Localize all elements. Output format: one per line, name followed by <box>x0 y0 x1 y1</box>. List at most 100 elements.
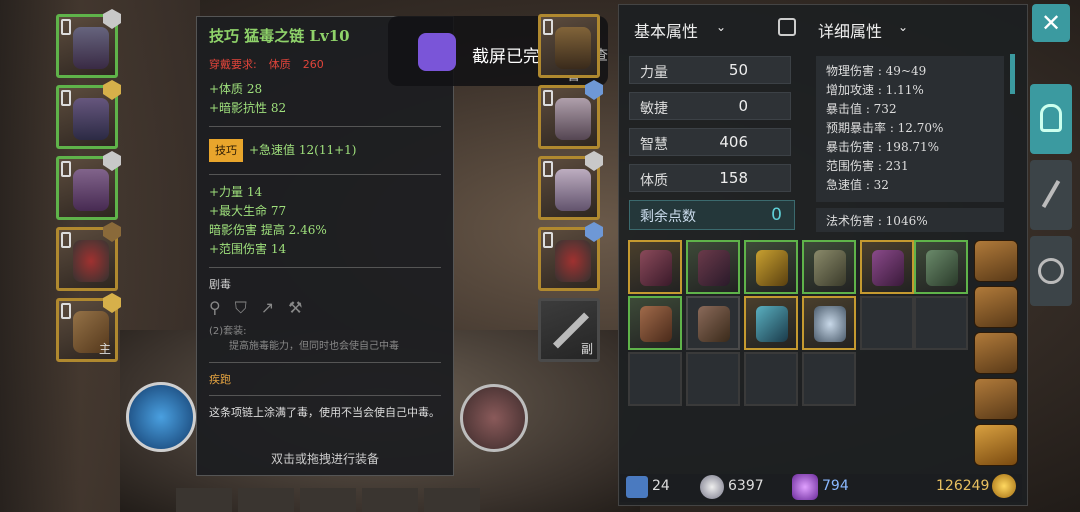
axe-icon: ⚒ <box>288 298 303 317</box>
detail-line: 增加攻速 : 1.11% <box>826 83 924 97</box>
lock-icon <box>543 161 553 177</box>
scrollbar[interactable] <box>1010 54 1015 94</box>
inventory-item[interactable] <box>802 296 856 350</box>
requirement-label: 穿戴要求: <box>209 58 257 71</box>
inventory-empty[interactable] <box>802 352 856 406</box>
remaining-value: 0 <box>771 205 782 225</box>
bonus-stat: +范围伤害 14 <box>209 242 287 256</box>
necklace-icon <box>555 27 591 69</box>
cape-icon <box>73 169 109 211</box>
ring-slot-right[interactable] <box>538 222 603 291</box>
lock-icon <box>61 19 71 35</box>
lock-icon <box>543 90 553 106</box>
basic-header[interactable]: 基本属性 <box>634 18 698 42</box>
bottom-slot[interactable] <box>238 488 294 512</box>
bag-icon[interactable] <box>974 240 1018 282</box>
lock-icon <box>61 232 71 248</box>
necklace-slot[interactable] <box>538 14 600 78</box>
feather-icon <box>626 476 648 498</box>
bottom-slot[interactable] <box>362 488 418 512</box>
stat-label: 力量 <box>640 65 668 81</box>
lock-icon <box>61 161 71 177</box>
inventory-item[interactable] <box>628 240 682 294</box>
set-bonus-label: (2)套装: <box>209 326 247 337</box>
weapons-tab[interactable] <box>1030 160 1072 230</box>
bag-icon[interactable] <box>974 378 1018 420</box>
dice-icon[interactable] <box>778 18 796 36</box>
inventory-empty[interactable] <box>744 352 798 406</box>
target-tab[interactable] <box>1030 236 1072 306</box>
detail-header[interactable]: 详细属性 <box>818 18 882 42</box>
chevron-down-icon[interactable]: ⌄ <box>716 20 726 34</box>
shield-coin-icon <box>700 475 724 499</box>
bag-icon[interactable] <box>974 424 1018 466</box>
inventory-item[interactable] <box>744 296 798 350</box>
lock-icon <box>61 90 71 106</box>
bottom-slot[interactable] <box>300 488 356 512</box>
inventory-empty[interactable] <box>628 352 682 406</box>
bottom-slot[interactable] <box>424 488 480 512</box>
boots-icon <box>555 169 591 211</box>
gem-icon <box>585 151 603 171</box>
set-name: 剧毒 <box>209 278 231 291</box>
inventory-item[interactable] <box>860 240 914 294</box>
boots-slot[interactable] <box>538 151 603 220</box>
cape-slot[interactable] <box>56 151 121 220</box>
close-button[interactable]: ✕ <box>1032 4 1070 42</box>
inventory-item[interactable] <box>686 296 740 350</box>
remaining-label: 剩余点数 <box>640 209 696 225</box>
requirement-stat: 体质 <box>268 58 291 71</box>
stat-value: 50 <box>728 61 748 79</box>
detail-line: 暴击伤害 : 198.71% <box>826 140 940 154</box>
crystal-icon <box>792 474 818 500</box>
stat-value: 406 <box>719 133 748 151</box>
helmet-tab-icon <box>1040 104 1062 132</box>
swords-icon <box>1041 180 1061 208</box>
equip-hint: 双击或拖拽进行装备 <box>270 452 379 466</box>
inventory-item[interactable] <box>914 240 968 294</box>
spear-icon: ↗ <box>260 298 275 317</box>
base-stat: +暗影抗性 82 <box>209 101 287 115</box>
detail-line: 急速值 : 32 <box>826 178 889 192</box>
skill-text: +急速值 12(11+1) <box>249 143 357 157</box>
shoulder-slot[interactable] <box>56 80 121 149</box>
helmet-slot[interactable] <box>56 9 121 78</box>
gloves-slot[interactable] <box>538 80 603 149</box>
chevron-down-icon[interactable]: ⌄ <box>898 20 908 34</box>
offhand-slot[interactable]: 副 <box>538 298 600 362</box>
bag-icon[interactable] <box>974 332 1018 374</box>
stat-wisdom: 智慧 406 <box>629 128 791 156</box>
target-icon <box>1038 258 1064 284</box>
lock-icon <box>61 303 71 319</box>
set2-name: 疾跑 <box>209 373 231 386</box>
necklace-icon: ⚲ <box>209 298 221 317</box>
inventory-empty[interactable] <box>860 296 914 350</box>
inventory-empty[interactable] <box>914 296 968 350</box>
gallery-icon <box>418 33 456 71</box>
gem-icon <box>585 222 603 242</box>
ring-slot-left[interactable] <box>56 222 121 291</box>
stat-label: 智慧 <box>640 137 668 153</box>
main-tag: 主 <box>98 342 111 356</box>
bonus-stat: +力量 14 <box>209 185 263 199</box>
helmet-tab[interactable] <box>1030 84 1072 154</box>
stat-value: 158 <box>719 169 748 187</box>
bag-icon[interactable] <box>974 286 1018 328</box>
ring-icon <box>555 240 591 282</box>
inventory-item[interactable] <box>628 296 682 350</box>
skill-crystal-icon[interactable] <box>126 382 196 452</box>
skill-beast-icon[interactable] <box>460 384 528 452</box>
stat-label: 体质 <box>640 173 668 189</box>
gold-coin-icon <box>992 474 1016 498</box>
gloves-icon <box>555 98 591 140</box>
skill-tag: 技巧 <box>209 139 243 162</box>
inventory-item[interactable] <box>802 240 856 294</box>
armor-icon: ⛉ <box>234 298 247 317</box>
set-pieces: ⚲ ⛉ ↗ ⚒ <box>209 298 441 318</box>
inventory-item[interactable] <box>744 240 798 294</box>
bottom-slot[interactable] <box>176 488 232 512</box>
main-weapon-slot[interactable]: 主 <box>56 293 121 362</box>
stat-agility: 敏捷 0 <box>629 92 791 120</box>
inventory-item[interactable] <box>686 240 740 294</box>
inventory-empty[interactable] <box>686 352 740 406</box>
